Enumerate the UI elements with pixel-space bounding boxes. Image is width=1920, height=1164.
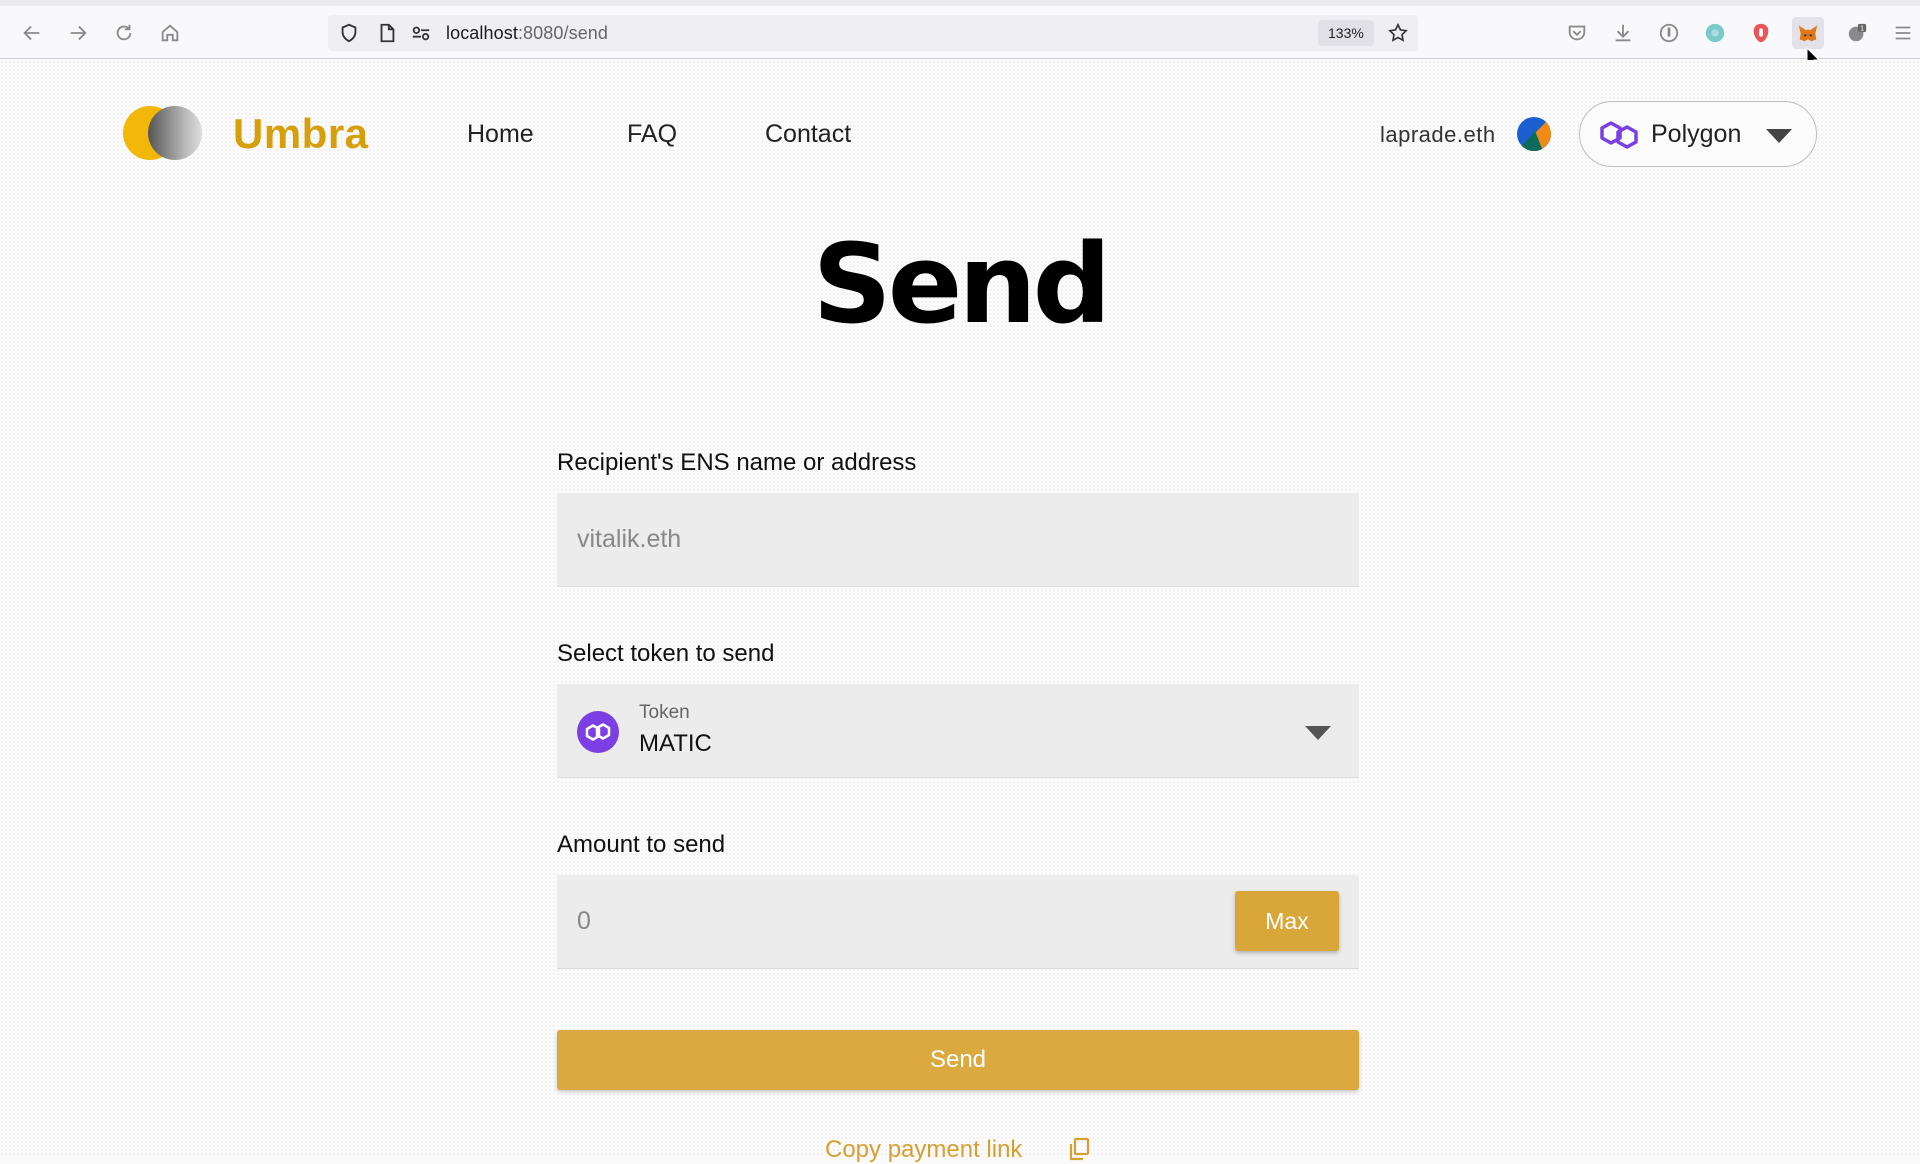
max-button[interactable]: Max xyxy=(1235,891,1339,951)
home-icon[interactable] xyxy=(154,17,186,49)
account-avatar[interactable] xyxy=(1517,117,1551,151)
polygon-icon xyxy=(1600,121,1638,149)
connection-icon[interactable] xyxy=(410,22,432,44)
address-bar[interactable]: localhost:8080/send 133% xyxy=(328,15,1418,51)
url-host: localhost xyxy=(446,23,518,43)
pocket-icon[interactable] xyxy=(1561,17,1593,49)
tab-strip-edge xyxy=(0,0,1920,6)
download-icon[interactable] xyxy=(1607,17,1639,49)
token-caption: Token xyxy=(639,702,690,723)
menu-icon[interactable] xyxy=(1887,17,1919,49)
network-selector[interactable]: Polygon xyxy=(1579,101,1817,167)
send-button[interactable]: Send xyxy=(557,1030,1359,1090)
star-icon[interactable] xyxy=(1387,22,1409,44)
account-name[interactable]: laprade.eth xyxy=(1380,122,1496,148)
zoom-indicator[interactable]: 133% xyxy=(1318,20,1374,46)
page-title: Send xyxy=(812,220,1112,348)
token-select[interactable]: Token MATIC xyxy=(557,684,1359,778)
extension-red-icon[interactable] xyxy=(1745,17,1777,49)
token-label: Select token to send xyxy=(557,640,775,667)
recipient-input[interactable]: vitalik.eth xyxy=(557,493,1359,587)
amount-input[interactable]: 0 Max xyxy=(557,875,1359,969)
copy-icon[interactable] xyxy=(1068,1137,1090,1161)
recipient-label: Recipient's ENS name or address xyxy=(557,449,917,476)
page-content: Umbra Home FAQ Contact laprade.eth Polyg… xyxy=(0,60,1920,1163)
extension-teal-icon[interactable] xyxy=(1699,17,1731,49)
network-name: Polygon xyxy=(1651,120,1742,148)
extension-info-icon[interactable] xyxy=(1653,17,1685,49)
brand-name[interactable]: Umbra xyxy=(233,110,369,158)
reload-icon[interactable] xyxy=(108,17,140,49)
nav-home[interactable]: Home xyxy=(467,120,534,149)
nav-contact[interactable]: Contact xyxy=(765,120,851,149)
url-text[interactable]: localhost:8080/send xyxy=(446,23,608,44)
nav-faq[interactable]: FAQ xyxy=(627,120,677,149)
recipient-placeholder: vitalik.eth xyxy=(577,525,682,553)
url-path: :8080/send xyxy=(517,23,609,43)
shield-icon[interactable] xyxy=(338,22,360,44)
matic-token-icon xyxy=(577,711,619,753)
page-icon[interactable] xyxy=(376,22,398,44)
copy-payment-link[interactable]: Copy payment link xyxy=(825,1136,1022,1164)
browser-toolbar: localhost:8080/send 133% 1 xyxy=(0,0,1920,59)
metamask-fox-icon[interactable] xyxy=(1792,17,1824,49)
amount-label: Amount to send xyxy=(557,831,726,858)
back-arrow-icon[interactable] xyxy=(16,17,48,49)
extension-badge-count: 1 xyxy=(1860,24,1864,33)
token-value: MATIC xyxy=(639,730,712,757)
amount-placeholder: 0 xyxy=(577,907,591,935)
puzzle-icon[interactable]: 1 xyxy=(1841,17,1873,49)
forward-arrow-icon[interactable] xyxy=(62,17,94,49)
umbra-logo-icon[interactable] xyxy=(123,104,205,162)
chevron-down-icon xyxy=(1766,129,1792,143)
chevron-down-icon[interactable] xyxy=(1305,726,1331,740)
